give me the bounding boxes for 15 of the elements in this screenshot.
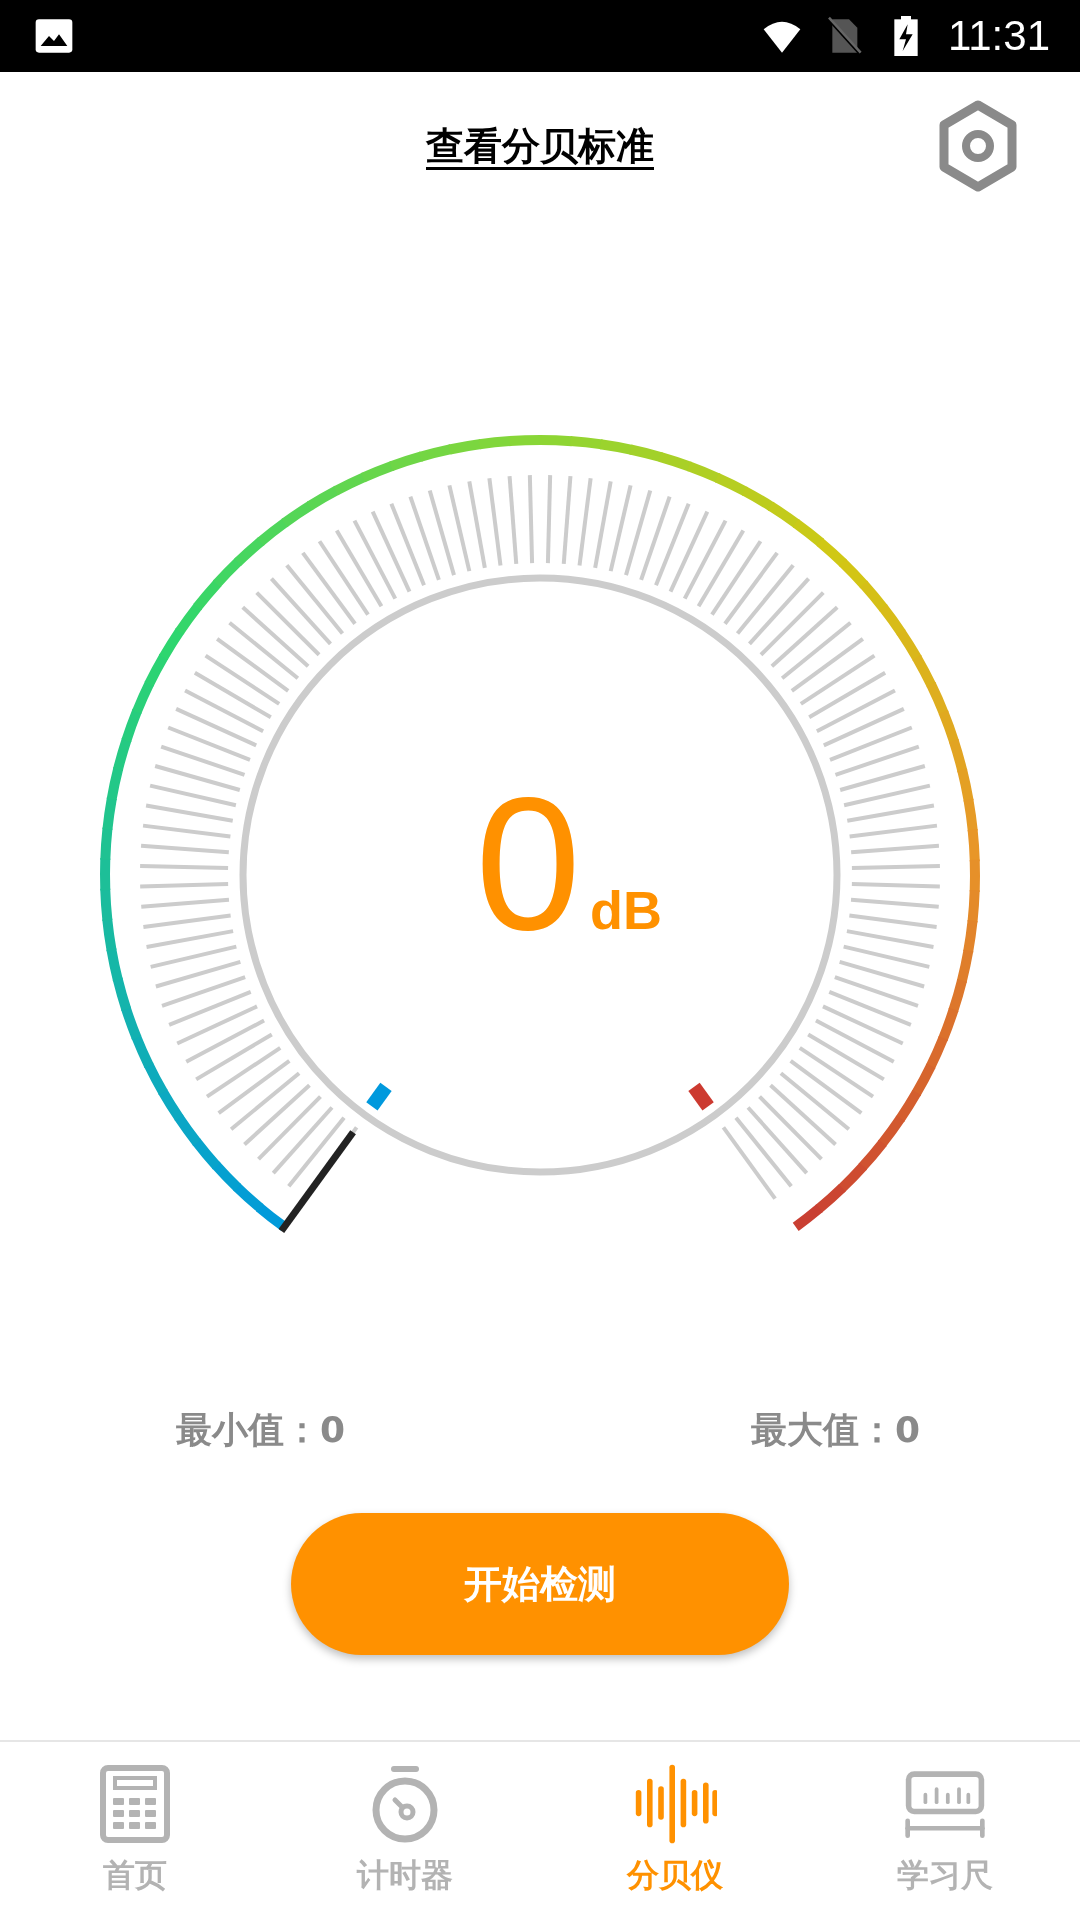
nav-tab[interactable]: 分贝仪 — [540, 1742, 810, 1920]
sound-wave-icon — [633, 1764, 717, 1844]
clock-time: 11:31 — [948, 12, 1050, 60]
stat-label: 最大值：0 — [750, 1408, 920, 1452]
max-marker — [688, 1082, 714, 1111]
nav-tab[interactable]: 首页 — [0, 1742, 270, 1920]
nav-tab[interactable]: 学习尺 — [810, 1742, 1080, 1920]
decibel-unit: dB — [590, 880, 662, 940]
stat-label: 最小值：0 — [176, 1408, 346, 1452]
min-marker — [366, 1082, 392, 1111]
image-icon — [34, 16, 74, 56]
decibel-standard-link[interactable]: 查看分贝标准 — [426, 120, 654, 172]
start-detection-button[interactable]: 开始检测 — [291, 1513, 789, 1655]
decibel-reading: 0 — [475, 757, 581, 969]
nav-tab[interactable]: 计时器 — [270, 1742, 540, 1920]
